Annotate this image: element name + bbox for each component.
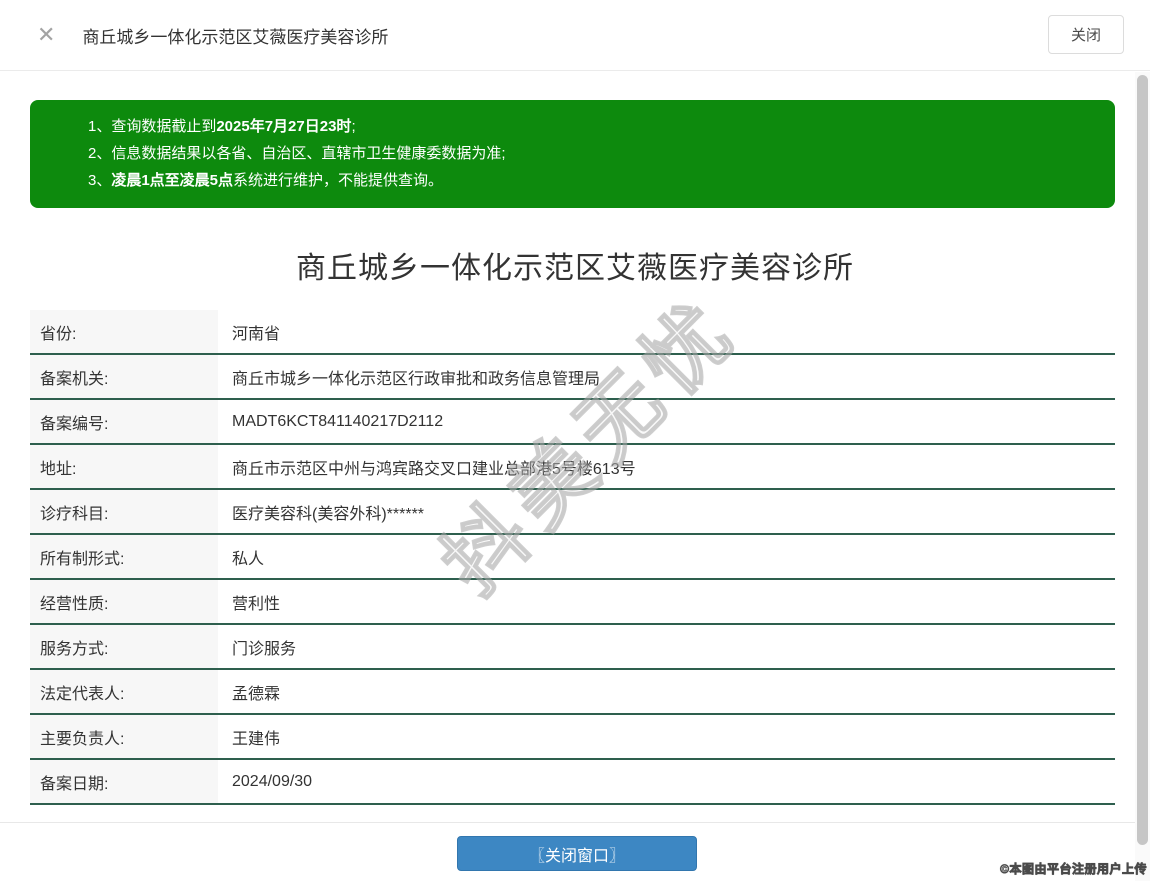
notice-line-1-post: ;	[351, 118, 355, 135]
row-label: 备案机关:	[30, 355, 218, 398]
row-value: 孟德霖	[218, 670, 280, 713]
table-row: 诊疗科目: 医疗美容科(美容外科)******	[30, 490, 1115, 535]
notice-line-3-text: 3、	[88, 172, 111, 189]
row-value: 王建伟	[218, 715, 280, 758]
close-window-button[interactable]: 〖关闭窗口〗	[457, 836, 697, 871]
notice-line-3: 3、凌晨1点至凌晨5点系统进行维护，不能提供查询。	[88, 167, 1095, 194]
row-label: 所有制形式:	[30, 535, 218, 578]
table-row: 法定代表人: 孟德霖	[30, 670, 1115, 715]
row-value: 商丘市示范区中州与鸿宾路交叉口建业总部港5号楼613号	[218, 445, 636, 488]
row-value: 私人	[218, 535, 264, 578]
notice-line-3-bold: 凌晨1点至凌晨5点	[111, 172, 233, 189]
notice-line-2-text: 2、信息数据结果以各省、自治区、直辖市卫生健康委数据为准;	[88, 145, 506, 162]
table-row: 服务方式: 门诊服务	[30, 625, 1115, 670]
row-value: 门诊服务	[218, 625, 296, 668]
table-row: 省份: 河南省	[30, 310, 1115, 355]
close-button[interactable]: 关闭	[1048, 15, 1124, 54]
row-label: 法定代表人:	[30, 670, 218, 713]
table-row: 备案编号: MADT6KCT841140217D2112	[30, 400, 1115, 445]
row-label: 地址:	[30, 445, 218, 488]
header-bar: ✕ 商丘城乡一体化示范区艾薇医疗美容诊所 关闭	[0, 0, 1150, 71]
row-value: 营利性	[218, 580, 280, 623]
table-row: 备案日期: 2024/09/30	[30, 760, 1115, 805]
row-label: 备案日期:	[30, 760, 218, 803]
row-value: 商丘市城乡一体化示范区行政审批和政务信息管理局	[218, 355, 600, 398]
row-label: 备案编号:	[30, 400, 218, 443]
row-label: 诊疗科目:	[30, 490, 218, 533]
table-row: 备案机关: 商丘市城乡一体化示范区行政审批和政务信息管理局	[30, 355, 1115, 400]
row-value: 医疗美容科(美容外科)******	[218, 490, 424, 533]
row-value: MADT6KCT841140217D2112	[218, 400, 443, 443]
main-content: 1、查询数据截止到2025年7月27日23时; 2、信息数据结果以各省、自治区、…	[0, 100, 1150, 805]
close-x-icon[interactable]: ✕	[37, 24, 55, 46]
upload-note: ©本图由平台注册用户上传	[1000, 860, 1147, 877]
row-value: 2024/09/30	[218, 760, 312, 803]
row-label: 服务方式:	[30, 625, 218, 668]
notice-line-3-post: 系统进行维护，不能提供查询。	[233, 172, 443, 189]
table-row: 地址: 商丘市示范区中州与鸿宾路交叉口建业总部港5号楼613号	[30, 445, 1115, 490]
row-label: 主要负责人:	[30, 715, 218, 758]
info-table: 省份: 河南省 备案机关: 商丘市城乡一体化示范区行政审批和政务信息管理局 备案…	[30, 310, 1115, 805]
notice-line-1: 1、查询数据截止到2025年7月27日23时;	[88, 113, 1095, 140]
scrollbar-track[interactable]	[1135, 72, 1150, 881]
notice-line-1-bold: 2025年7月27日23时	[216, 118, 351, 135]
table-row: 经营性质: 营利性	[30, 580, 1115, 625]
header-title: 商丘城乡一体化示范区艾薇医疗美容诊所	[82, 23, 388, 48]
table-row: 所有制形式: 私人	[30, 535, 1115, 580]
notice-line-2: 2、信息数据结果以各省、自治区、直辖市卫生健康委数据为准;	[88, 140, 1095, 167]
scrollbar-thumb[interactable]	[1137, 75, 1148, 845]
row-value: 河南省	[218, 310, 280, 353]
footer-divider	[0, 822, 1150, 823]
notice-box: 1、查询数据截止到2025年7月27日23时; 2、信息数据结果以各省、自治区、…	[30, 100, 1115, 208]
row-label: 省份:	[30, 310, 218, 353]
page-title: 商丘城乡一体化示范区艾薇医疗美容诊所	[0, 243, 1150, 287]
table-row: 主要负责人: 王建伟	[30, 715, 1115, 760]
row-label: 经营性质:	[30, 580, 218, 623]
notice-line-1-text: 1、查询数据截止到	[88, 118, 216, 135]
